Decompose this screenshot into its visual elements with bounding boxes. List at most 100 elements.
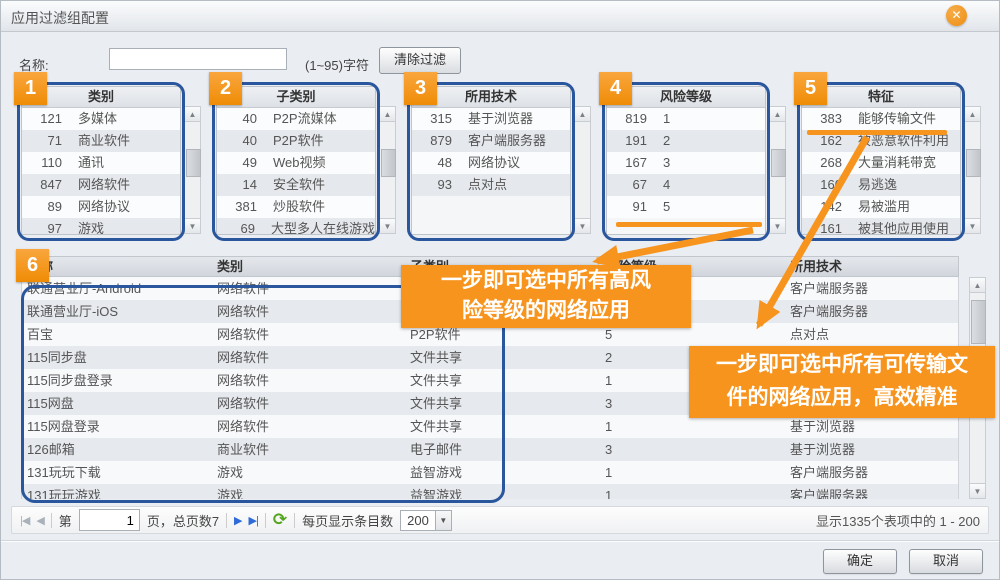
annotation-underline [616, 222, 762, 227]
scroll-up-icon[interactable]: ▲ [575, 107, 590, 122]
page-label-suffix: 页，总页数7 [147, 511, 219, 530]
filter-option[interactable]: 71商业软件 [22, 130, 180, 152]
table-row[interactable]: 131玩玩游戏游戏益智游戏1客户端服务器 [22, 484, 958, 499]
clear-filter-button[interactable]: 清除过滤 [379, 47, 461, 74]
filter-option[interactable]: 381炒股软件 [217, 196, 375, 218]
callout-line: 险等级的网络应用 [401, 296, 691, 326]
scroll-up-icon[interactable]: ▲ [770, 107, 785, 122]
option-count: 110 [22, 152, 62, 174]
table-cell: 3 [605, 438, 612, 461]
filter-option[interactable]: 97游戏 [22, 218, 180, 235]
table-cell: 游戏 [217, 461, 243, 484]
scroll-up-icon[interactable]: ▲ [970, 278, 985, 293]
option-count: 67 [607, 174, 647, 196]
scrollbar-thumb[interactable] [186, 149, 201, 177]
table-cell: 115同步盘登录 [27, 369, 113, 392]
filter-list: 类别121多媒体71商业软件110通讯847网络软件89网络协议97游戏 [21, 86, 181, 235]
table-cell: 游戏 [217, 484, 243, 499]
name-input[interactable] [109, 48, 287, 70]
option-count: 97 [22, 218, 62, 235]
filter-option[interactable]: 14安全软件 [217, 174, 375, 196]
scrollbar-thumb[interactable] [966, 149, 981, 177]
annotation-badge-2: 2 [209, 72, 242, 105]
column-header[interactable]: 类别 [217, 257, 243, 277]
filter-option[interactable]: 89网络协议 [22, 196, 180, 218]
next-page-icon[interactable]: ▶ [234, 514, 241, 527]
table-cell: 客户端服务器 [790, 484, 868, 499]
filter-option[interactable]: 315基于浏览器 [412, 108, 570, 130]
table-cell: 网络软件 [217, 392, 269, 415]
scroll-up-icon[interactable]: ▲ [380, 107, 395, 122]
filter-option[interactable]: 49Web视频 [217, 152, 375, 174]
filter-list: 所用技术315基于浏览器879客户端服务器48网络协议93点对点 [411, 86, 571, 235]
page-input[interactable] [79, 509, 140, 531]
refresh-icon[interactable]: ⟳ [273, 510, 287, 530]
scrollbar-thumb[interactable] [381, 149, 396, 177]
filter-option[interactable]: 110 通讯 [22, 152, 180, 174]
filter-option[interactable]: 8191 [607, 108, 765, 130]
filter-option[interactable]: 48网络协议 [412, 152, 570, 174]
scroll-down-icon[interactable]: ▼ [575, 218, 590, 233]
filter-option[interactable]: 1912 [607, 130, 765, 152]
scrollbar[interactable]: ▲▼ [184, 106, 201, 234]
scrollbar[interactable]: ▲▼ [379, 106, 396, 234]
option-label: 通讯 [78, 152, 180, 174]
table-cell: 1 [605, 415, 612, 438]
table-cell: 电子邮件 [410, 438, 462, 461]
table-cell: 网络软件 [217, 300, 269, 323]
filter-option[interactable]: 847网络软件 [22, 174, 180, 196]
first-page-icon[interactable]: |◀ [20, 514, 29, 527]
option-count: 93 [412, 174, 452, 196]
close-icon[interactable]: ✕ [946, 5, 967, 26]
scrollbar-thumb[interactable] [971, 300, 986, 344]
prev-page-icon[interactable]: ◀ [36, 514, 43, 527]
filter-option[interactable]: 69大型多人在线游戏 [217, 218, 375, 235]
filter-option[interactable]: 383能够传输文件 [802, 108, 960, 130]
option-count: 49 [217, 152, 257, 174]
table-row[interactable]: 126邮箱商业软件电子邮件3基于浏览器 [22, 438, 958, 461]
last-page-icon[interactable]: ▶| [249, 514, 258, 527]
ok-button[interactable]: 确定 [823, 549, 897, 574]
filter-option[interactable]: 161被其他应用使用 [802, 218, 960, 235]
pagination-bar: |◀ ◀ 第 页，总页数7 ▶ ▶| ⟳ 每页显示条目数 200 ▼ 显示133… [11, 506, 989, 534]
dropdown-arrow-icon: ▼ [435, 511, 451, 530]
filter-option[interactable]: 160 易逃逸 [802, 174, 960, 196]
filter-option[interactable]: 142易被滥用 [802, 196, 960, 218]
scrollbar[interactable]: ▲▼ [574, 106, 591, 234]
scrollbar[interactable]: ▲▼ [964, 106, 981, 234]
option-label: 客户端服务器 [468, 130, 570, 152]
scrollbar-thumb[interactable] [771, 149, 786, 177]
scroll-down-icon[interactable]: ▼ [965, 218, 980, 233]
column-header[interactable]: 所用技术 [790, 257, 842, 277]
scroll-down-icon[interactable]: ▼ [185, 218, 200, 233]
filter-option[interactable]: 879客户端服务器 [412, 130, 570, 152]
table-row[interactable]: 115网盘登录网络软件文件共享1基于浏览器 [22, 415, 958, 438]
table-row[interactable]: 131玩玩下载游戏益智游戏1客户端服务器 [22, 461, 958, 484]
callout-line: 件的网络应用，高效精准 [689, 381, 995, 414]
per-page-select[interactable]: 200 ▼ [400, 510, 452, 531]
filter-option[interactable]: 674 [607, 174, 765, 196]
option-count: 160 [802, 174, 842, 196]
scroll-down-icon[interactable]: ▼ [770, 218, 785, 233]
filter-panel-5: 特征383能够传输文件162被恶意软件利用268大量消耗带宽160易逃逸142易… [801, 86, 996, 238]
filter-option[interactable]: 121多媒体 [22, 108, 180, 130]
filter-option[interactable]: 268大量消耗带宽 [802, 152, 960, 174]
filter-option[interactable]: 40P2P流媒体 [217, 108, 375, 130]
option-count: 40 [217, 108, 257, 130]
cancel-button[interactable]: 取消 [909, 549, 983, 574]
filter-option[interactable]: 40P2P软件 [217, 130, 375, 152]
filter-option[interactable]: 93点对点 [412, 174, 570, 196]
scroll-up-icon[interactable]: ▲ [185, 107, 200, 122]
scroll-up-icon[interactable]: ▲ [965, 107, 980, 122]
filter-option[interactable]: 915 [607, 196, 765, 218]
annotation-badge-5: 5 [794, 72, 827, 105]
app-filter-group-dialog: 应用过滤组配置 ✕ 名称: (1~95)字符 清除过滤 类别121多媒体71商业… [0, 0, 1000, 580]
filter-option[interactable]: 1673 [607, 152, 765, 174]
scroll-down-icon[interactable]: ▼ [380, 218, 395, 233]
table-cell: 客户端服务器 [790, 461, 868, 484]
scrollbar[interactable]: ▲▼ [769, 106, 786, 234]
option-count: 847 [22, 174, 62, 196]
option-label: 网络协议 [78, 196, 180, 218]
option-label: 易逃逸 [858, 174, 960, 196]
scroll-down-icon[interactable]: ▼ [970, 483, 985, 498]
